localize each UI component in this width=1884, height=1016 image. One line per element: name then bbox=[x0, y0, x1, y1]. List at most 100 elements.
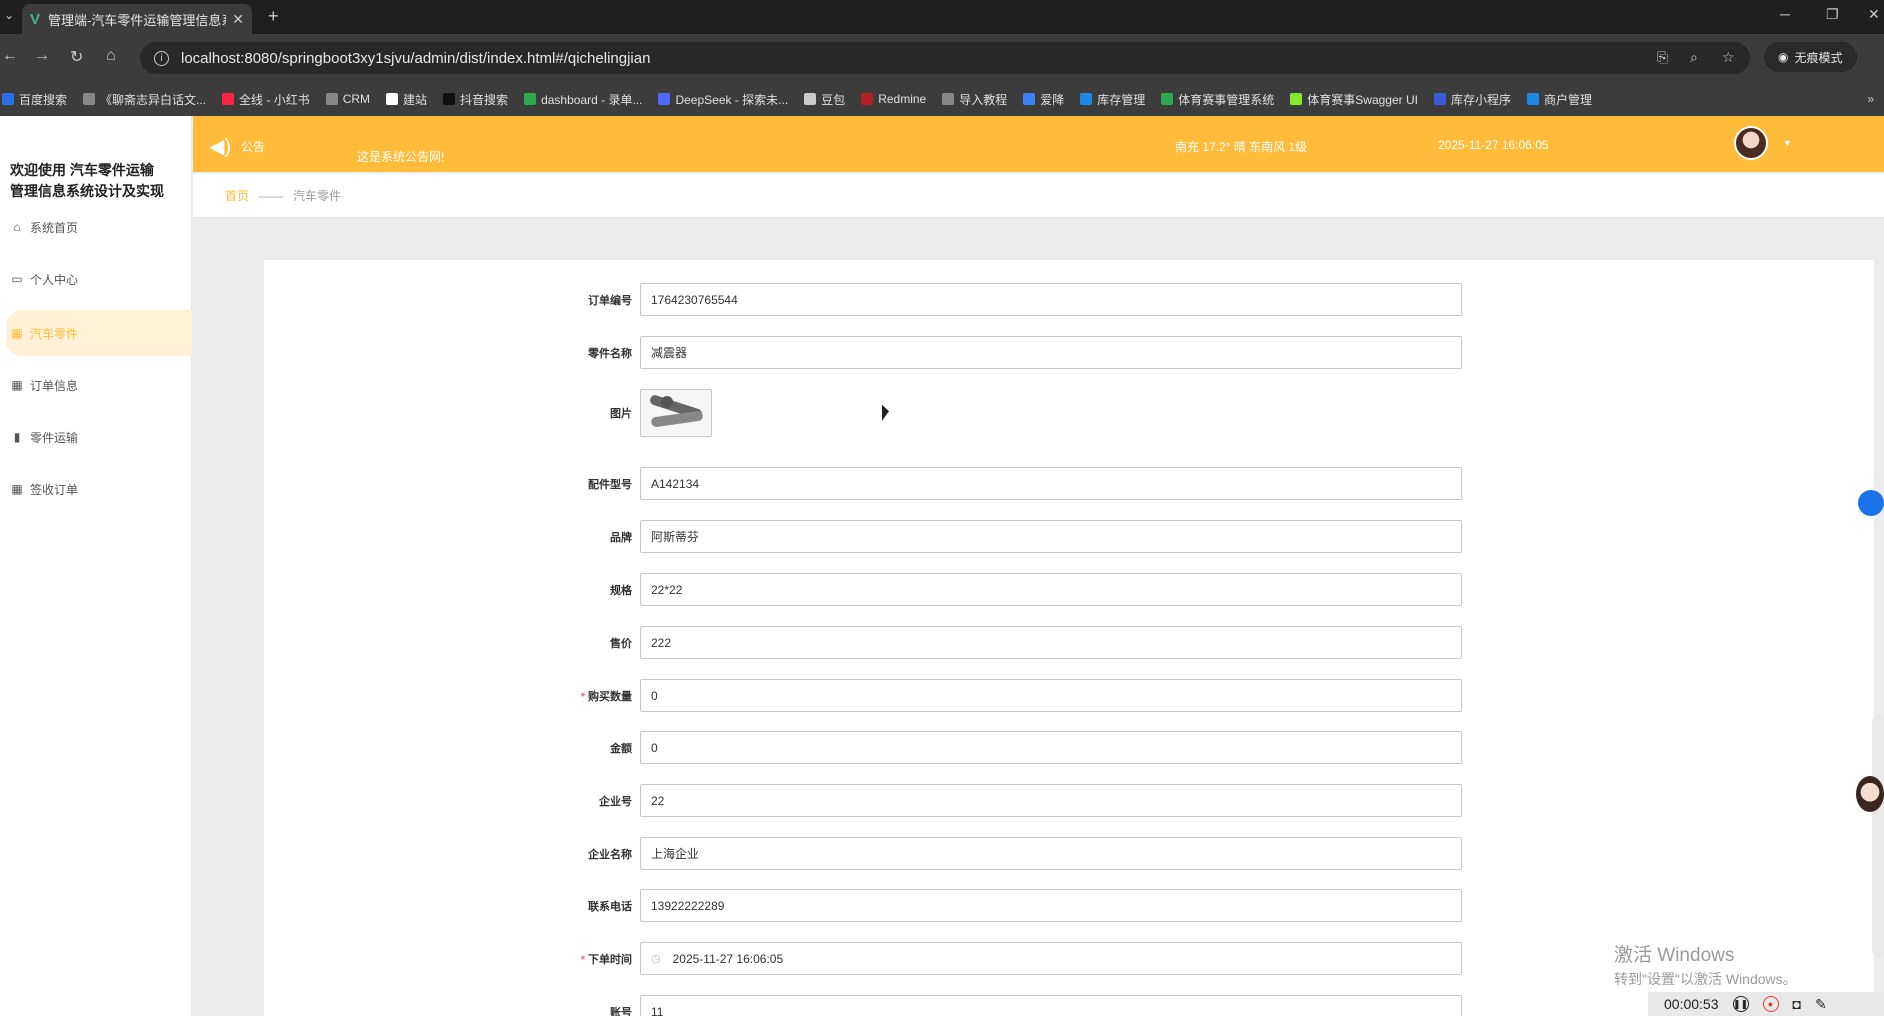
more-bookmarks-icon[interactable]: » bbox=[1867, 92, 1874, 106]
bookmark-label: 全线 - 小红书 bbox=[239, 92, 310, 107]
form-label: 账号 bbox=[520, 1004, 640, 1016]
bookmark-label: 库存小程序 bbox=[1450, 92, 1511, 107]
url-field[interactable]: i localhost:8080/springboot3xy1sjvu/admi… bbox=[140, 42, 1750, 74]
restore-icon[interactable]: ❐ bbox=[1826, 6, 1839, 23]
translate-icon[interactable]: ⎘ bbox=[1657, 49, 1668, 66]
form-input[interactable]: ◷ 2025-11-27 16:06:05 bbox=[640, 942, 1462, 975]
minimize-icon[interactable]: ─ bbox=[1780, 6, 1790, 22]
floating-assistant-icon[interactable] bbox=[1858, 490, 1884, 516]
part-image[interactable] bbox=[640, 389, 712, 437]
bar-chart-icon: ▮ bbox=[13, 430, 21, 444]
form-input-value: 11 bbox=[651, 1004, 664, 1016]
form-label: 图片 bbox=[520, 405, 640, 421]
sidebar-item[interactable]: ⌂ 系统首页 bbox=[6, 204, 192, 250]
bookmark-item[interactable]: 库存小程序 bbox=[1433, 91, 1511, 108]
form-label: 金额 bbox=[520, 740, 640, 756]
form-row: 订单编号 1764230765544 bbox=[520, 283, 1480, 316]
bookmark-item[interactable]: 百度搜索 bbox=[2, 91, 67, 108]
form-label-text: 联系电话 bbox=[588, 900, 632, 913]
sidebar-item[interactable]: ▦ 签收订单 bbox=[6, 466, 192, 512]
home-page-icon[interactable]: ⌂ bbox=[106, 47, 116, 65]
user-menu-caret-icon[interactable]: ▼ bbox=[1783, 138, 1792, 148]
bookmark-item[interactable]: Redmine bbox=[861, 92, 926, 106]
bookmark-item[interactable]: dashboard - 录单... bbox=[524, 91, 642, 108]
form-row: 零件名称 减震器 bbox=[520, 336, 1480, 369]
close-window-icon[interactable]: ✕ bbox=[1868, 6, 1880, 23]
bookmark-label: 抖音搜索 bbox=[460, 92, 509, 107]
bookmark-item[interactable]: 豆包 bbox=[804, 91, 845, 108]
floating-avatar-icon[interactable] bbox=[1856, 776, 1884, 812]
bookmark-item[interactable]: 导入教程 bbox=[942, 91, 1007, 108]
browser-tab[interactable]: V 管理端-汽车零件运输管理信息系统 ✕ bbox=[22, 4, 252, 34]
tab-list-chevron-icon[interactable]: ⌄ bbox=[4, 8, 14, 22]
form-label-text: 图片 bbox=[610, 408, 632, 420]
sidebar-item[interactable]: ▦ 订单信息 bbox=[6, 362, 192, 408]
bookmark-star-icon[interactable]: ☆ bbox=[1722, 49, 1735, 66]
back-icon[interactable]: ← bbox=[2, 47, 18, 65]
reload-icon[interactable]: ↻ bbox=[70, 47, 83, 67]
stop-record-icon[interactable]: ● bbox=[1762, 996, 1779, 1012]
form-input[interactable]: 11 bbox=[640, 995, 1462, 1016]
bookmark-item[interactable]: 抖音搜索 bbox=[443, 91, 508, 108]
form-row: 金额 0 bbox=[520, 731, 1480, 764]
form-input[interactable]: 22*22 bbox=[640, 573, 1462, 606]
user-avatar[interactable] bbox=[1734, 126, 1768, 160]
bookmark-item[interactable]: 商户管理 bbox=[1527, 91, 1592, 108]
form-row: 图片 bbox=[520, 389, 1480, 437]
bookmark-item[interactable]: 库存管理 bbox=[1080, 91, 1145, 108]
new-tab-icon[interactable]: + bbox=[268, 6, 279, 27]
bookmark-item[interactable]: 爱降 bbox=[1023, 91, 1064, 108]
bookmark-favicon-icon bbox=[942, 93, 955, 105]
bookmark-favicon-icon bbox=[1433, 93, 1446, 105]
form-input[interactable]: 13922222289 bbox=[640, 889, 1462, 922]
form-input[interactable]: 0 bbox=[640, 679, 1462, 712]
bookmark-item[interactable]: CRM bbox=[325, 92, 370, 106]
sidebar-item-label: 系统首页 bbox=[30, 220, 79, 235]
form-input[interactable]: 22 bbox=[640, 784, 1462, 817]
bookmark-label: DeepSeek - 探索未... bbox=[675, 92, 789, 107]
bookmark-favicon-icon bbox=[1080, 93, 1093, 105]
sidebar-item[interactable]: ▦ 汽车零件 bbox=[6, 310, 192, 356]
incognito-label: 无痕模式 bbox=[1794, 50, 1843, 65]
form-input-value: 1764230765544 bbox=[651, 292, 738, 307]
breadcrumb: 首页 —— 汽车零件 bbox=[193, 174, 1884, 218]
sidebar-item[interactable]: ▭ 个人中心 bbox=[6, 256, 192, 302]
form-input[interactable]: 222 bbox=[640, 626, 1462, 659]
camera-icon[interactable]: ◘ bbox=[1793, 996, 1801, 1012]
bookmark-label: 商户管理 bbox=[1544, 92, 1593, 107]
zoom-icon[interactable]: ⌕ bbox=[1690, 49, 1698, 66]
bookmark-item[interactable]: 《聊斋志异白话文... bbox=[83, 91, 206, 108]
form-input[interactable]: 减震器 bbox=[640, 336, 1462, 369]
bookmark-item[interactable]: 体育赛事管理系统 bbox=[1161, 91, 1274, 108]
bookmark-item[interactable]: DeepSeek - 探索未... bbox=[658, 91, 788, 108]
sidebar-item[interactable]: ▮ 零件运输 bbox=[6, 414, 192, 460]
bookmark-favicon-icon bbox=[2, 93, 14, 105]
bookmark-label: 导入教程 bbox=[959, 92, 1008, 107]
incognito-badge[interactable]: ◉ 无痕模式 bbox=[1764, 42, 1857, 72]
pen-icon[interactable]: ✎ bbox=[1815, 996, 1827, 1013]
breadcrumb-home[interactable]: 首页 bbox=[225, 187, 249, 204]
form-input[interactable]: 1764230765544 bbox=[640, 283, 1462, 316]
bookmark-item[interactable]: 体育赛事Swagger UI bbox=[1290, 91, 1418, 108]
form-row: 联系电话 13922222289 bbox=[520, 889, 1480, 922]
form-label: * 下单时间 bbox=[520, 951, 640, 967]
sidebar-item-label: 零件运输 bbox=[30, 430, 79, 445]
bookmark-item[interactable]: 建站 bbox=[386, 91, 427, 108]
windows-activation-watermark: 激活 Windows 转到"设置"以激活 Windows。 bbox=[1614, 940, 1797, 989]
screen-recorder-bar: 00:00:53 ❚❚ ● ◘ ✎ bbox=[1648, 992, 1884, 1016]
form-input[interactable]: 上海企业 bbox=[640, 837, 1462, 870]
breadcrumb-current: 汽车零件 bbox=[293, 189, 342, 203]
bookmark-item[interactable]: 全线 - 小红书 bbox=[222, 91, 310, 108]
bookmark-favicon-icon bbox=[222, 93, 235, 105]
site-info-icon[interactable]: i bbox=[154, 50, 169, 66]
bookmark-label: 库存管理 bbox=[1097, 92, 1146, 107]
pause-icon[interactable]: ❚❚ bbox=[1732, 996, 1749, 1012]
form-input-value: 2025-11-27 16:06:05 bbox=[672, 951, 784, 966]
bookmark-favicon-icon bbox=[1161, 93, 1174, 105]
bookmark-label: 豆包 bbox=[821, 92, 846, 107]
form-input[interactable]: 阿斯蒂芬 bbox=[640, 520, 1462, 553]
form-input[interactable]: 0 bbox=[640, 731, 1462, 764]
form-input[interactable]: A142134 bbox=[640, 467, 1462, 500]
forward-icon[interactable]: → bbox=[34, 47, 50, 65]
close-tab-icon[interactable]: ✕ bbox=[232, 11, 244, 28]
